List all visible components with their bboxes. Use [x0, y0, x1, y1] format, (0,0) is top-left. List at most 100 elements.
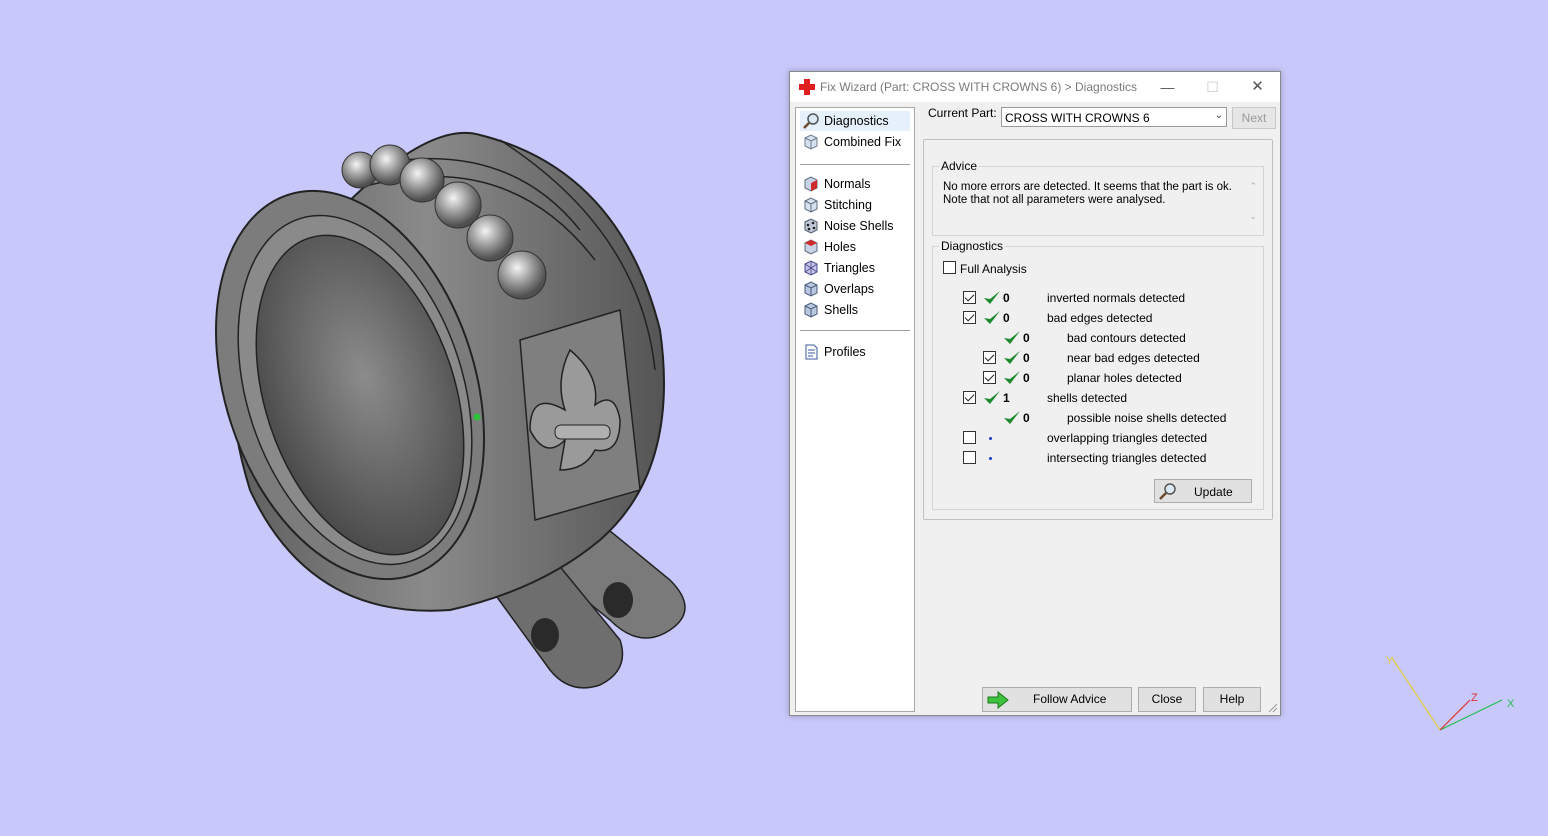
- magnifier-icon: [803, 113, 819, 129]
- nav-item-holes[interactable]: Holes: [800, 237, 910, 257]
- overlapping-triangles-checkbox[interactable]: [963, 431, 976, 444]
- normals-icon: [804, 176, 818, 192]
- nav-label-holes: Holes: [824, 240, 856, 254]
- diagnostics-group: Diagnostics Full Analysis 0 inverted nor…: [932, 239, 1264, 510]
- noise-shells-label: possible noise shells detected: [1067, 411, 1227, 425]
- nav-label-shells: Shells: [824, 303, 859, 317]
- nav-item-noise-shells[interactable]: Noise Shells: [800, 216, 910, 236]
- nav-label-diagnostics: Diagnostics: [824, 114, 889, 128]
- bad-contours-label: bad contours detected: [1067, 331, 1186, 345]
- update-button[interactable]: Update: [1154, 479, 1252, 503]
- fix-wizard-dialog: Fix Wizard (Part: CROSS WITH CROWNS 6) >…: [789, 71, 1281, 716]
- inverted-normals-checkbox[interactable]: [963, 291, 976, 304]
- z-axis-line: [1439, 699, 1471, 731]
- overlapping-triangles-label: overlapping triangles detected: [1047, 431, 1208, 445]
- magnifier-icon: [1159, 483, 1176, 500]
- shells-checkbox[interactable]: [963, 391, 976, 404]
- advice-group: Advice No more errors are detected. It s…: [932, 159, 1264, 236]
- cube-icon: [804, 134, 818, 150]
- advice-text: No more errors are detected. It seems th…: [943, 181, 1232, 206]
- nav-label-noise-shells: Noise Shells: [824, 219, 894, 233]
- advice-panel: No more errors are detected. It seems th…: [933, 167, 1263, 235]
- minimize-button[interactable]: —: [1145, 72, 1190, 102]
- noise-shells-icon: [804, 218, 818, 234]
- bad-edges-count: 0: [1003, 311, 1010, 325]
- nav-label-combined-fix: Combined Fix: [824, 135, 902, 149]
- nav-item-shells[interactable]: Shells: [800, 300, 910, 320]
- shells-label: shells detected: [1047, 391, 1128, 405]
- noise-shells-count: 0: [1023, 411, 1030, 425]
- current-part-value: CROSS WITH CROWNS 6: [1005, 111, 1150, 125]
- planar-holes-checkbox[interactable]: [983, 371, 996, 384]
- bad-edges-checkbox[interactable]: [963, 311, 976, 324]
- maximize-icon: ☐: [1206, 79, 1219, 95]
- minimize-icon: —: [1160, 79, 1175, 95]
- ring-model[interactable]: [200, 110, 720, 710]
- nav-item-diagnostics[interactable]: Diagnostics: [800, 111, 910, 131]
- nav-item-normals[interactable]: Normals: [800, 174, 910, 194]
- diagnostics-title: Diagnostics: [939, 239, 1006, 253]
- nav-item-stitching[interactable]: Stitching: [800, 195, 910, 215]
- not-analysed-dot-icon: [989, 457, 992, 460]
- nav-separator: [800, 164, 910, 165]
- nav-label-normals: Normals: [824, 177, 871, 191]
- bad-contours-count: 0: [1023, 331, 1030, 345]
- y-axis-line: [1391, 657, 1441, 731]
- green-arrow-icon: [987, 691, 1009, 709]
- fix-steps-panel: Diagnostics Combined Fix Normals Stitchi…: [795, 107, 915, 712]
- scroll-up-icon[interactable]: ⌃: [1249, 181, 1257, 192]
- nav-label-profiles: Profiles: [824, 345, 866, 359]
- close-window-button[interactable]: ✕: [1235, 72, 1280, 102]
- ok-check-icon: [984, 291, 1000, 304]
- overlaps-icon: [804, 281, 818, 297]
- ok-check-icon: [984, 391, 1000, 404]
- close-icon: ✕: [1251, 78, 1264, 95]
- current-part-select[interactable]: CROSS WITH CROWNS 6 ⌄: [1001, 107, 1227, 127]
- dialog-title: Fix Wizard (Part: CROSS WITH CROWNS 6) >…: [820, 80, 1138, 94]
- nav-item-profiles[interactable]: Profiles: [800, 342, 910, 362]
- not-analysed-dot-icon: [989, 437, 992, 440]
- follow-advice-label: Follow Advice: [1033, 692, 1107, 706]
- near-bad-edges-checkbox[interactable]: [983, 351, 996, 364]
- triangles-icon: [804, 260, 818, 276]
- z-axis-label: Z: [1471, 692, 1478, 704]
- inverted-normals-label: inverted normals detected: [1047, 291, 1186, 305]
- near-bad-edges-label: near bad edges detected: [1067, 351, 1200, 365]
- full-analysis-label: Full Analysis: [960, 262, 1027, 276]
- ok-check-icon: [1004, 351, 1020, 364]
- stitching-icon: [804, 197, 818, 213]
- red-cross-icon: [799, 79, 815, 95]
- y-axis-label: Y: [1386, 655, 1394, 667]
- planar-holes-label: planar holes detected: [1067, 371, 1182, 385]
- ok-check-icon: [984, 311, 1000, 324]
- full-analysis-checkbox[interactable]: [943, 261, 956, 274]
- nav-label-stitching: Stitching: [824, 198, 872, 212]
- 3d-viewport[interactable]: Y X Z: [0, 0, 1548, 836]
- help-button[interactable]: Help: [1203, 687, 1261, 712]
- diagnostics-page: Advice No more errors are detected. It s…: [923, 139, 1273, 520]
- intersecting-triangles-checkbox[interactable]: [963, 451, 976, 464]
- bad-edges-label: bad edges detected: [1047, 311, 1153, 325]
- current-part-label: Current Part:: [928, 106, 997, 120]
- document-icon: [805, 344, 818, 360]
- x-axis-label: X: [1507, 698, 1515, 710]
- update-label: Update: [1194, 485, 1233, 499]
- chevron-down-icon: ⌄: [1214, 110, 1223, 121]
- ok-check-icon: [1004, 411, 1020, 424]
- holes-icon: [804, 239, 818, 255]
- nav-item-combined-fix[interactable]: Combined Fix: [800, 132, 910, 152]
- nav-item-overlaps[interactable]: Overlaps: [800, 279, 910, 299]
- next-button[interactable]: Next: [1232, 107, 1276, 129]
- maximize-button[interactable]: ☐: [1190, 72, 1235, 102]
- scroll-down-icon[interactable]: ⌄: [1249, 211, 1257, 222]
- follow-advice-button[interactable]: Follow Advice: [982, 687, 1132, 712]
- nav-separator: [800, 330, 910, 331]
- axis-triad: Y X Z: [1386, 655, 1515, 731]
- intersecting-triangles-label: intersecting triangles detected: [1047, 451, 1207, 465]
- shells-count: 1: [1003, 391, 1010, 405]
- near-bad-edges-count: 0: [1023, 351, 1030, 365]
- nav-item-triangles[interactable]: Triangles: [800, 258, 910, 278]
- title-bar[interactable]: Fix Wizard (Part: CROSS WITH CROWNS 6) >…: [790, 72, 1280, 102]
- close-button[interactable]: Close: [1138, 687, 1196, 712]
- resize-grip-icon[interactable]: [1268, 703, 1278, 713]
